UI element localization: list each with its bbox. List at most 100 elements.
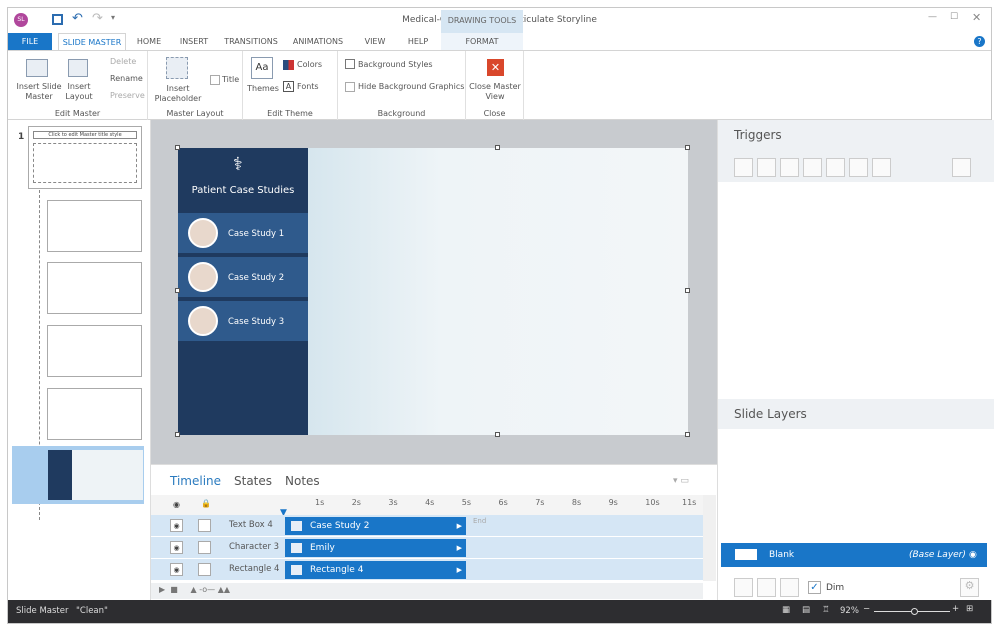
thumbnail-title: Click to edit Master title style: [33, 131, 137, 139]
maximize-icon[interactable]: ☐: [950, 12, 958, 22]
preview-icon[interactable]: ♖: [822, 605, 830, 615]
visibility-toggle[interactable]: ◉: [170, 541, 183, 554]
layer-visibility-icon[interactable]: ◉: [969, 543, 977, 567]
trigger-variables-button[interactable]: [952, 158, 971, 177]
zoom-level: 92%: [840, 606, 859, 616]
layout-thumbnail[interactable]: [47, 325, 142, 377]
eye-header-icon[interactable]: ◉: [173, 500, 180, 509]
slide-view-icon[interactable]: ▤: [802, 605, 810, 615]
layout-thumbnail[interactable]: [47, 388, 142, 440]
panel-menu-icon[interactable]: ▾ ▭: [673, 476, 689, 486]
rename-button[interactable]: Rename: [98, 74, 144, 84]
paste-trigger-button[interactable]: [803, 158, 822, 177]
resize-handle[interactable]: [175, 145, 180, 150]
copy-trigger-button[interactable]: [780, 158, 799, 177]
help-icon[interactable]: ?: [974, 36, 985, 47]
layout-thumbnail[interactable]: [47, 200, 142, 252]
case-study-3-button[interactable]: Case Study 3: [178, 301, 308, 341]
lock-checkbox[interactable]: [198, 541, 211, 554]
normal-view-icon[interactable]: ▦: [782, 605, 790, 615]
slide[interactable]: ⚕ Patient Case Studies Case Study 1 Case…: [175, 145, 690, 437]
layer-name: Blank: [769, 550, 795, 560]
time-tick: 10s: [645, 498, 660, 507]
resize-handle[interactable]: [495, 432, 500, 437]
play-icon[interactable]: ▶: [159, 585, 165, 594]
new-layer-button[interactable]: [734, 578, 753, 597]
insert-layout-button[interactable]: Insert Layout: [64, 82, 94, 102]
timeline-row[interactable]: ◉ Character 3 Emily ▶: [151, 537, 703, 559]
resize-handle[interactable]: [685, 432, 690, 437]
new-trigger-button[interactable]: [734, 158, 753, 177]
zoom-slider[interactable]: [874, 608, 950, 615]
tab-file[interactable]: FILE: [8, 33, 52, 50]
tab-states[interactable]: States: [234, 474, 272, 488]
duplicate-layer-button[interactable]: [757, 578, 776, 597]
visibility-toggle[interactable]: ◉: [170, 519, 183, 532]
lock-checkbox[interactable]: [198, 563, 211, 576]
insert-placeholder-button[interactable]: Insert Placeholder: [148, 84, 208, 104]
hide-background-graphics-checkbox[interactable]: [345, 82, 355, 92]
case-study-label: Case Study 3: [228, 317, 285, 327]
resize-handle[interactable]: [175, 432, 180, 437]
side-menu-panel[interactable]: ⚕ Patient Case Studies Case Study 1 Case…: [178, 148, 308, 435]
edit-trigger-button[interactable]: [757, 158, 776, 177]
selected-layout[interactable]: [12, 446, 144, 504]
tab-help[interactable]: HELP: [400, 33, 436, 50]
fonts-button[interactable]: Fonts: [297, 82, 319, 92]
zoom-slider-icon[interactable]: ▲ -o— ▲▲: [191, 585, 230, 594]
timeline-bar[interactable]: Case Study 2 ▶: [285, 517, 466, 535]
insert-slide-master-button[interactable]: Insert Slide Master: [14, 82, 64, 102]
move-up-button[interactable]: [849, 158, 868, 177]
tab-view[interactable]: VIEW: [358, 33, 392, 50]
tab-notes[interactable]: Notes: [285, 474, 320, 488]
move-down-button[interactable]: [872, 158, 891, 177]
tab-format[interactable]: FORMAT: [441, 33, 523, 50]
tab-animations[interactable]: ANIMATIONS: [288, 33, 348, 50]
layer-settings-button[interactable]: ⚙: [960, 578, 979, 597]
delete-layer-button[interactable]: [780, 578, 799, 597]
layout-thumbnail[interactable]: [47, 262, 142, 314]
resize-handle[interactable]: [495, 145, 500, 150]
timeline-row[interactable]: ◉ Rectangle 4 Rectangle 4 ▶: [151, 559, 703, 581]
themes-button[interactable]: Themes: [245, 84, 281, 94]
visibility-toggle[interactable]: ◉: [170, 563, 183, 576]
case-study-1-button[interactable]: Case Study 1: [178, 213, 308, 253]
timeline-bar[interactable]: Rectangle 4 ▶: [285, 561, 466, 579]
minimize-icon[interactable]: —: [928, 12, 937, 22]
tab-timeline[interactable]: Timeline: [170, 474, 221, 488]
time-tick: 6s: [498, 498, 508, 507]
close-window-icon[interactable]: ✕: [972, 11, 981, 24]
delete-button[interactable]: Delete: [98, 57, 144, 67]
lock-header-icon[interactable]: 🔒: [201, 499, 211, 508]
preserve-button[interactable]: Preserve: [98, 91, 148, 101]
stop-icon[interactable]: ■: [170, 585, 178, 594]
timeline-bar[interactable]: Emily ▶: [285, 539, 466, 557]
tab-home[interactable]: HOME: [130, 33, 168, 50]
tab-slide-master[interactable]: SLIDE MASTER: [58, 33, 126, 50]
dim-checkbox[interactable]: ✓: [808, 581, 821, 594]
lock-checkbox[interactable]: [198, 519, 211, 532]
group-master-layout: Insert Placeholder Title Master Layout: [148, 51, 243, 121]
resize-handle[interactable]: [175, 288, 180, 293]
expand-arrow-icon[interactable]: ▶: [457, 517, 462, 535]
fit-to-window-icon[interactable]: ⊞: [966, 604, 973, 614]
expand-arrow-icon[interactable]: ▶: [457, 561, 462, 579]
case-study-2-button[interactable]: Case Study 2: [178, 257, 308, 297]
background-styles-button[interactable]: Background Styles: [358, 60, 433, 70]
zoom-out-icon[interactable]: −: [863, 604, 870, 614]
master-thumbnail[interactable]: Click to edit Master title style: [28, 126, 142, 189]
zoom-in-icon[interactable]: +: [952, 604, 959, 614]
delete-trigger-button[interactable]: [826, 158, 845, 177]
colors-button[interactable]: Colors: [297, 60, 322, 70]
resize-handle[interactable]: [685, 145, 690, 150]
vertical-scrollbar[interactable]: [703, 495, 716, 581]
avatar: [188, 306, 218, 336]
tab-insert[interactable]: INSERT: [174, 33, 214, 50]
tab-transitions[interactable]: TRANSITIONS: [220, 33, 282, 50]
title-checkbox[interactable]: [210, 75, 220, 85]
resize-handle[interactable]: [685, 288, 690, 293]
expand-arrow-icon[interactable]: ▶: [457, 539, 462, 557]
close-master-view-button[interactable]: Close Master View: [466, 82, 524, 102]
timeline-row[interactable]: ◉ Text Box 4 Case Study 2 ▶: [151, 515, 703, 537]
base-layer-row[interactable]: Blank (Base Layer) ◉: [721, 543, 987, 567]
